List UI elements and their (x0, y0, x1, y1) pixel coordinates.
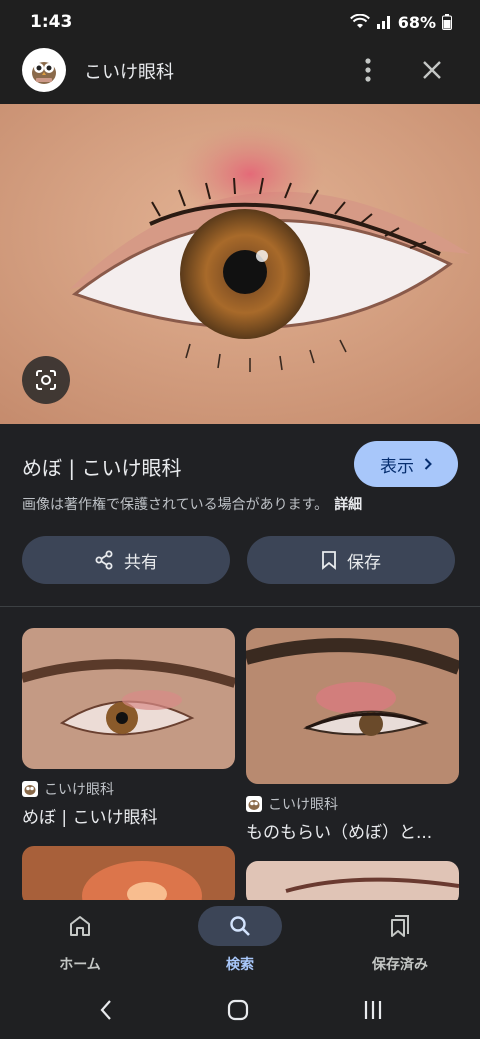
home-icon (70, 916, 90, 936)
nav-search-label: 検索 (226, 957, 254, 973)
chevron-right-icon (424, 458, 432, 470)
nav-search[interactable]: 検索 (160, 900, 320, 982)
close-icon (423, 61, 441, 79)
related-card[interactable]: こいけ眼科 ものもらい（めぼ）と... (246, 628, 459, 843)
search-icon (230, 916, 250, 936)
related-image[interactable] (246, 628, 459, 784)
status-time: 1:43 (30, 12, 73, 32)
divider (0, 606, 480, 607)
nav-home-label: ホーム (59, 957, 101, 973)
back-icon (100, 1000, 111, 1020)
result-title: めぼ | こいけ眼科 (22, 456, 182, 480)
related-card[interactable]: こいけ眼科 めぼ | こいけ眼科 (22, 628, 235, 828)
card-source-name: こいけ眼科 (44, 782, 114, 798)
close-button[interactable] (416, 50, 448, 90)
share-button[interactable]: 共有 (22, 536, 230, 584)
lens-button[interactable] (22, 356, 70, 404)
view-button-label: 表示 (380, 456, 414, 477)
main-image[interactable] (0, 104, 480, 424)
related-card[interactable] (22, 846, 235, 906)
nav-home-icon-wrap (38, 906, 122, 946)
signal-icon (376, 16, 390, 29)
share-label: 共有 (124, 552, 158, 573)
share-icon (95, 550, 113, 570)
wifi-icon (349, 14, 370, 28)
related-image[interactable] (22, 846, 235, 906)
home-system-button[interactable] (218, 992, 258, 1028)
bottom-navigation: ホーム 検索 保存済み (0, 900, 480, 982)
battery-icon (442, 14, 452, 30)
status-bar: 1:43 68% (0, 0, 480, 44)
related-image[interactable] (22, 628, 235, 769)
recents-button[interactable] (353, 992, 393, 1028)
saved-icon (391, 915, 409, 937)
card-source: こいけ眼科 (22, 779, 235, 799)
nav-saved-icon-wrap (358, 906, 442, 946)
save-button[interactable]: 保存 (247, 536, 455, 584)
system-navigation (0, 982, 480, 1039)
site-logo[interactable] (22, 48, 66, 92)
nav-search-icon-wrap (198, 906, 282, 946)
viewer-header: こいけ眼科 (0, 44, 480, 104)
view-button[interactable]: 表示 (354, 441, 458, 487)
details-link[interactable]: 詳細 (334, 497, 362, 513)
source-favicon (246, 796, 262, 812)
more-options-button[interactable] (354, 50, 382, 90)
card-title: めぼ | こいけ眼科 (22, 808, 158, 828)
status-icons: 68% (349, 12, 452, 32)
lens-icon (36, 370, 56, 390)
back-button[interactable] (86, 992, 126, 1028)
recents-icon (364, 1001, 382, 1019)
source-favicon (22, 781, 38, 797)
card-source-name: こいけ眼科 (268, 797, 338, 813)
save-label: 保存 (347, 552, 381, 573)
more-vert-icon (365, 58, 371, 82)
card-title: ものもらい（めぼ）と... (246, 823, 433, 843)
nav-saved-label: 保存済み (372, 957, 428, 973)
home-circle-icon (227, 999, 249, 1021)
nav-saved[interactable]: 保存済み (320, 900, 480, 982)
site-name: こいけ眼科 (84, 62, 174, 83)
bookmark-icon (322, 551, 336, 570)
card-source: こいけ眼科 (246, 794, 459, 814)
battery-percent: 68% (397, 12, 436, 32)
nav-home[interactable]: ホーム (0, 900, 160, 982)
copyright-text: 画像は著作権で保護されている場合があります。 (22, 497, 329, 513)
copyright-notice: 画像は著作権で保護されている場合があります。 詳細 (22, 494, 362, 514)
